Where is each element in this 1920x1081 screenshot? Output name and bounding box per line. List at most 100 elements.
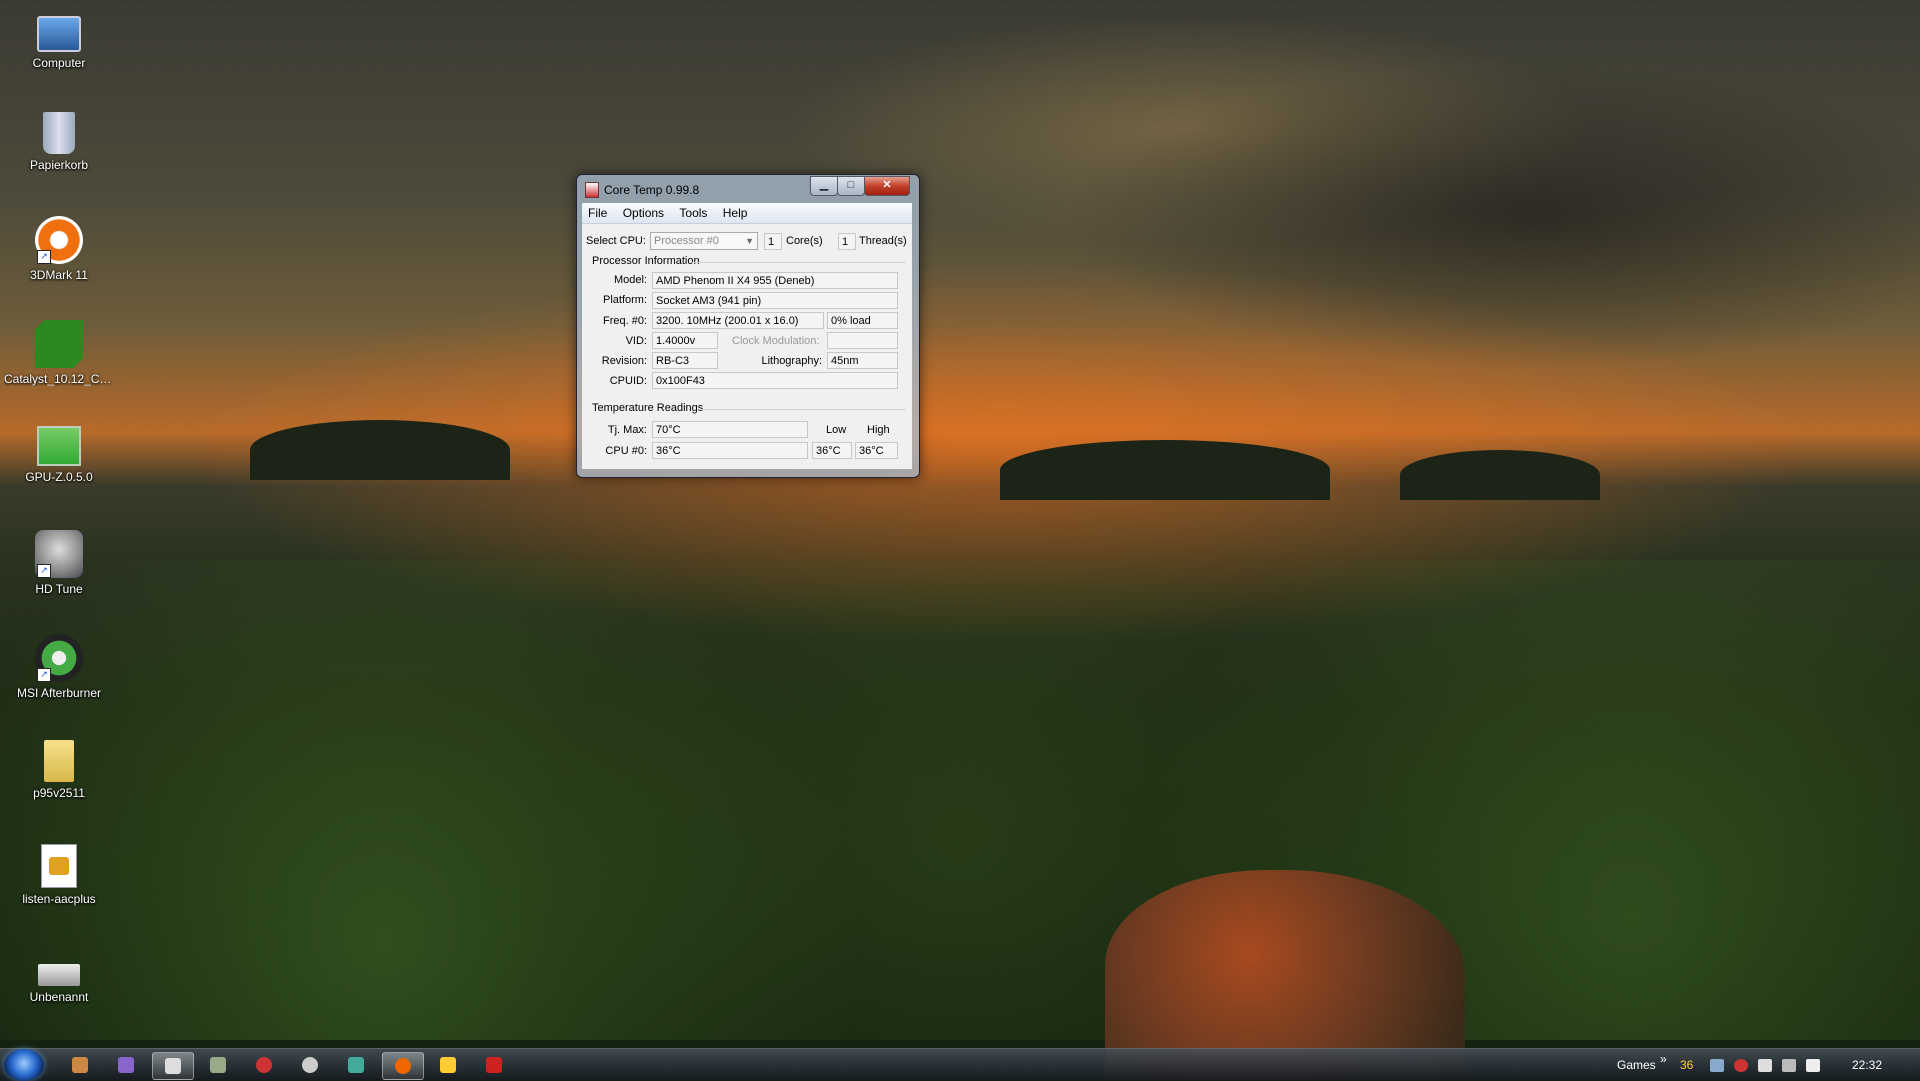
coretemp-window[interactable]: Core Temp 0.99.8 ▁ □ ✕ File Options Tool… [576, 174, 920, 478]
desktop-icon-catalyst[interactable]: Catalyst_10.12_CCC... [4, 320, 114, 386]
taskbar-app-4[interactable] [198, 1052, 238, 1078]
platform-label: Platform: [602, 294, 647, 306]
network-icon[interactable] [1782, 1059, 1796, 1072]
gpuz-icon [37, 426, 81, 466]
taskbar-app-z[interactable] [106, 1052, 146, 1078]
lithography-field: 45nm [827, 352, 898, 369]
taskbar-firefox[interactable] [382, 1052, 424, 1080]
3dmark-icon: ↗ [35, 216, 83, 264]
app-icon-7 [348, 1057, 364, 1073]
taskbar-steam[interactable] [290, 1052, 330, 1078]
desktop-icon-p95[interactable]: p95v2511 [4, 740, 114, 800]
select-cpu-label: Select CPU: [586, 235, 646, 247]
menu-options[interactable]: Options [617, 203, 670, 220]
window-titlebar[interactable]: Core Temp 0.99.8 ▁ □ ✕ [577, 175, 919, 203]
desktop-icon-listen-aacplus[interactable]: listen-aacplus [4, 844, 114, 906]
coretemp-app-icon[interactable] [585, 182, 599, 198]
menu-bar: File Options Tools Help [582, 203, 912, 224]
clock-modulation-field [827, 332, 898, 349]
app-icon-1 [72, 1057, 88, 1073]
catalyst-icon [35, 320, 83, 368]
frequency-label: Freq. #0: [602, 315, 647, 327]
cpu0-high-field: 36°C [855, 442, 898, 459]
menu-tools[interactable]: Tools [673, 203, 713, 220]
clock[interactable]: 22:32 [1852, 1049, 1882, 1081]
vid-label: VID: [625, 335, 647, 347]
folder-icon [44, 740, 74, 782]
drive-icon [38, 964, 80, 986]
tjmax-label: Tj. Max: [607, 424, 647, 436]
cpu0-temp-field: 36°C [652, 442, 808, 459]
revision-field: RB-C3 [652, 352, 718, 369]
cpu-select[interactable]: Processor #0 ▼ [650, 232, 758, 250]
taskbar-app-10[interactable] [474, 1052, 514, 1078]
vid-field: 1.4000v [652, 332, 718, 349]
desktop-icon-gpuz[interactable]: GPU-Z.0.5.0 [4, 426, 114, 484]
coretemp-taskbar-icon [165, 1058, 181, 1074]
temperature-readings-divider [702, 409, 906, 410]
app-icon-4 [210, 1057, 226, 1073]
window-title: Core Temp 0.99.8 [604, 183, 700, 197]
start-orb-icon[interactable] [4, 1049, 44, 1081]
clock-modulation-label: Clock Modulation: [732, 335, 820, 347]
chevron-down-icon: ▼ [745, 236, 754, 246]
low-column-label: Low [826, 424, 847, 436]
cpu0-label: CPU #0: [605, 445, 647, 457]
tjmax-field: 70°C [652, 421, 808, 438]
antivirus-tray-icon[interactable] [1734, 1059, 1748, 1072]
volume-icon[interactable] [1806, 1059, 1820, 1072]
cpu-select-value: Processor #0 [654, 235, 719, 247]
taskbar-coretemp[interactable] [152, 1052, 194, 1080]
maximize-icon: □ [847, 179, 855, 191]
firefox-icon [395, 1058, 411, 1074]
desktop-icon-hdtune[interactable]: ↗ HD Tune [4, 530, 114, 596]
cores-field: 1 [764, 233, 782, 250]
load-field: 0% load [827, 312, 898, 329]
taskbar-app-1[interactable] [60, 1052, 100, 1078]
platform-field: Socket AM3 (941 pin) [652, 292, 898, 309]
taskbar-app-9[interactable] [428, 1052, 468, 1078]
steam-icon [302, 1057, 318, 1073]
toolbar-chevron-icon[interactable]: » [1660, 1043, 1667, 1075]
shortcut-arrow-icon: ↗ [37, 250, 51, 264]
hdtune-icon: ↗ [35, 530, 83, 578]
minimize-button[interactable]: ▁ [810, 176, 838, 196]
desktop-icon-msi-afterburner[interactable]: ↗ MSI Afterburner [4, 634, 114, 700]
cpuid-label: CPUID: [609, 375, 647, 387]
model-field: AMD Phenom II X4 955 (Deneb) [652, 272, 898, 289]
maximize-button[interactable]: □ [837, 176, 865, 196]
computer-icon [37, 16, 81, 52]
taskbar-app-5[interactable] [244, 1052, 284, 1078]
threads-label: Thread(s) [859, 235, 907, 247]
threads-field: 1 [838, 233, 856, 250]
desktop-icon-3dmark[interactable]: ↗ 3DMark 11 [4, 216, 114, 282]
shortcut-arrow-icon: ↗ [37, 564, 51, 578]
taskbar: Games » 36 22:32 [0, 1048, 1920, 1081]
menu-help[interactable]: Help [717, 203, 754, 220]
wallpaper-foliage [0, 560, 1920, 1040]
window-client-area: Select CPU: Processor #0 ▼ 1 Core(s) 1 T… [582, 224, 912, 469]
processor-info-divider [692, 262, 906, 263]
temperature-readings-heading: Temperature Readings [592, 402, 704, 414]
cpu0-low-field: 36°C [812, 442, 852, 459]
desktop-icon-recycle-bin[interactable]: Papierkorb [4, 112, 114, 172]
model-label: Model: [613, 274, 647, 286]
tray-cpu-temp[interactable]: 36 [1680, 1049, 1693, 1081]
desktop-icon-computer[interactable]: Computer [4, 8, 114, 70]
wallpaper-hill [1400, 450, 1600, 500]
playlist-file-icon [41, 844, 77, 888]
network-tray-icon[interactable] [1710, 1059, 1724, 1072]
frequency-field: 3200. 10MHz (200.01 x 16.0) [652, 312, 824, 329]
processor-info-heading: Processor Information [592, 255, 700, 267]
taskbar-app-7[interactable] [336, 1052, 376, 1078]
flag-icon[interactable] [1758, 1059, 1772, 1072]
wallpaper-hill [1000, 440, 1330, 500]
desktop-icon-unbenannt[interactable]: Unbenannt [4, 950, 114, 1004]
app-icon-10 [486, 1057, 502, 1073]
minimize-icon: ▁ [819, 179, 829, 191]
menu-file[interactable]: File [582, 203, 613, 220]
games-toolbar-label[interactable]: Games [1617, 1049, 1656, 1081]
app-icon-9 [440, 1057, 456, 1073]
msi-afterburner-icon: ↗ [35, 634, 83, 682]
close-button[interactable]: ✕ [864, 176, 910, 196]
